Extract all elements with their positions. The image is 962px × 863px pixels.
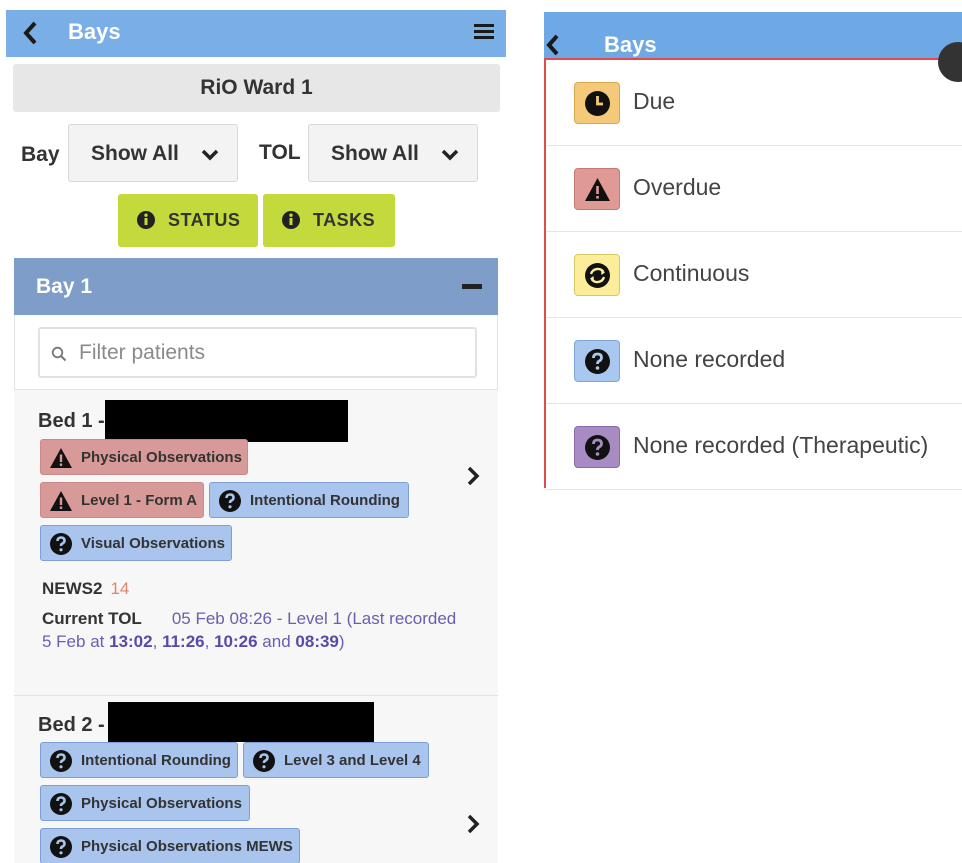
- bay-section-header[interactable]: Bay 1: [14, 258, 498, 315]
- question-icon: [50, 793, 72, 815]
- tag-label: Level 1 - Form A: [81, 492, 198, 509]
- search-icon: [51, 346, 67, 362]
- warning-triangle-icon: [50, 448, 72, 468]
- legend-item-overdue: Overdue: [546, 146, 962, 232]
- bed-row[interactable]: Bed 1 - Physical Observations Level 1 - …: [14, 389, 498, 695]
- chevron-right-icon[interactable]: [466, 814, 480, 834]
- tag-label: Intentional Rounding: [250, 492, 400, 509]
- redacted-patient-name: [105, 400, 348, 442]
- header-bar: Bays: [6, 10, 506, 57]
- legend-label: Overdue: [633, 174, 722, 200]
- legend-label: Continuous: [633, 260, 750, 286]
- none-recorded-swatch: [574, 340, 620, 382]
- overdue-swatch: [574, 168, 620, 210]
- bed-name: Bed 1 -: [38, 410, 105, 432]
- header-bar: Bays: [544, 12, 962, 60]
- status-tag: Physical Observations MEWS: [40, 828, 300, 863]
- question-icon: [585, 435, 610, 460]
- legend-item-continuous: Continuous: [546, 232, 962, 318]
- legend-item-due: Due: [546, 60, 962, 146]
- status-tag: Physical Observations: [40, 785, 250, 821]
- news2-value: 14: [110, 579, 130, 598]
- status-tag: Intentional Rounding: [209, 482, 409, 518]
- question-icon: [585, 349, 610, 374]
- tag-label: Physical Observations MEWS: [81, 838, 293, 855]
- bed-row[interactable]: Bed 2 - Intentional Rounding Level 3 and…: [14, 695, 498, 863]
- tag-label: Intentional Rounding: [81, 752, 231, 769]
- legend-label: None recorded (Therapeutic): [633, 432, 929, 458]
- tol-separator: ,: [152, 632, 158, 651]
- tol-select[interactable]: Show All: [308, 124, 478, 182]
- chevron-left-icon[interactable]: [546, 34, 560, 56]
- news2-score: NEWS2 14: [42, 579, 129, 599]
- status-tag: Visual Observations: [40, 525, 232, 561]
- info-icon: [282, 211, 300, 229]
- status-tag: Level 1 - Form A: [40, 482, 204, 518]
- legend-item-none-recorded-therapeutic: None recorded (Therapeutic): [546, 404, 962, 490]
- question-icon: [219, 490, 241, 512]
- tasks-button[interactable]: TASKS: [263, 194, 395, 247]
- bay-filter-label: Bay: [21, 143, 60, 166]
- ward-name: RiO Ward 1: [13, 64, 500, 112]
- current-tol-label: Current TOL: [42, 609, 142, 628]
- current-tol: Current TOL 05 Feb 08:26 - Level 1 (Last …: [42, 607, 462, 653]
- question-icon: [50, 836, 72, 858]
- bay-select[interactable]: Show All: [68, 124, 238, 182]
- due-swatch: [574, 82, 620, 124]
- warning-triangle-icon: [50, 491, 72, 511]
- chevron-left-icon[interactable]: [20, 20, 42, 46]
- tol-filter-label: TOL: [259, 141, 301, 164]
- tol-close: ): [338, 632, 345, 651]
- tol-select-value: Show All: [331, 142, 419, 165]
- clock-icon: [585, 91, 610, 116]
- legend-label: Due: [633, 88, 676, 114]
- tol-time: 13:02: [109, 632, 153, 651]
- status-tag: Intentional Rounding: [40, 742, 238, 778]
- continuous-cycle-icon: [585, 263, 610, 288]
- minus-icon[interactable]: [462, 284, 482, 289]
- news2-label: NEWS2: [42, 579, 103, 598]
- tol-time: 11:26: [162, 632, 205, 651]
- bay-select-value: Show All: [91, 142, 179, 165]
- tag-label: Visual Observations: [81, 535, 225, 552]
- warning-triangle-icon: [585, 178, 610, 201]
- status-button[interactable]: STATUS: [118, 194, 258, 247]
- tag-label: Physical Observations: [81, 449, 242, 466]
- status-legend-panel: Due Overdue Continuous None recorded Non…: [544, 58, 962, 490]
- filter-container: Filter patients: [14, 315, 498, 389]
- tol-time: 08:39: [295, 632, 339, 651]
- chevron-down-icon: [201, 149, 219, 161]
- tol-and: and: [262, 632, 291, 651]
- hamburger-menu-icon[interactable]: [474, 21, 494, 43]
- question-icon: [50, 750, 72, 772]
- status-tag: Level 3 and Level 4: [243, 742, 429, 778]
- info-icon: [137, 211, 155, 229]
- tol-time: 10:26: [214, 632, 258, 651]
- page-title: Bays: [604, 32, 657, 57]
- legend-label: None recorded: [633, 346, 786, 372]
- chevron-down-icon: [441, 149, 459, 161]
- continuous-swatch: [574, 254, 620, 296]
- status-legend-screen: Bays Due Overdue Continuous None recorde…: [540, 0, 962, 863]
- bays-screen: Bays RiO Ward 1 Bay Show All TOL Show Al…: [0, 0, 512, 863]
- tasks-button-label: TASKS: [313, 210, 376, 230]
- tag-label: Level 3 and Level 4: [284, 752, 421, 769]
- status-tag: Physical Observations: [40, 439, 248, 475]
- filter-placeholder: Filter patients: [79, 341, 206, 364]
- tol-separator: ,: [204, 632, 210, 651]
- question-icon: [50, 533, 72, 555]
- tag-label: Physical Observations: [81, 795, 242, 812]
- status-button-label: STATUS: [168, 210, 241, 230]
- legend-item-none-recorded: None recorded: [546, 318, 962, 404]
- chevron-right-icon[interactable]: [466, 466, 480, 486]
- none-recorded-therapeutic-swatch: [574, 426, 620, 468]
- bed-name: Bed 2 -: [38, 714, 105, 736]
- page-title: Bays: [68, 19, 121, 44]
- redacted-patient-name: [108, 702, 374, 742]
- filter-patients-input[interactable]: Filter patients: [38, 327, 477, 378]
- question-icon: [253, 750, 275, 772]
- bay-section-title: Bay 1: [36, 275, 93, 298]
